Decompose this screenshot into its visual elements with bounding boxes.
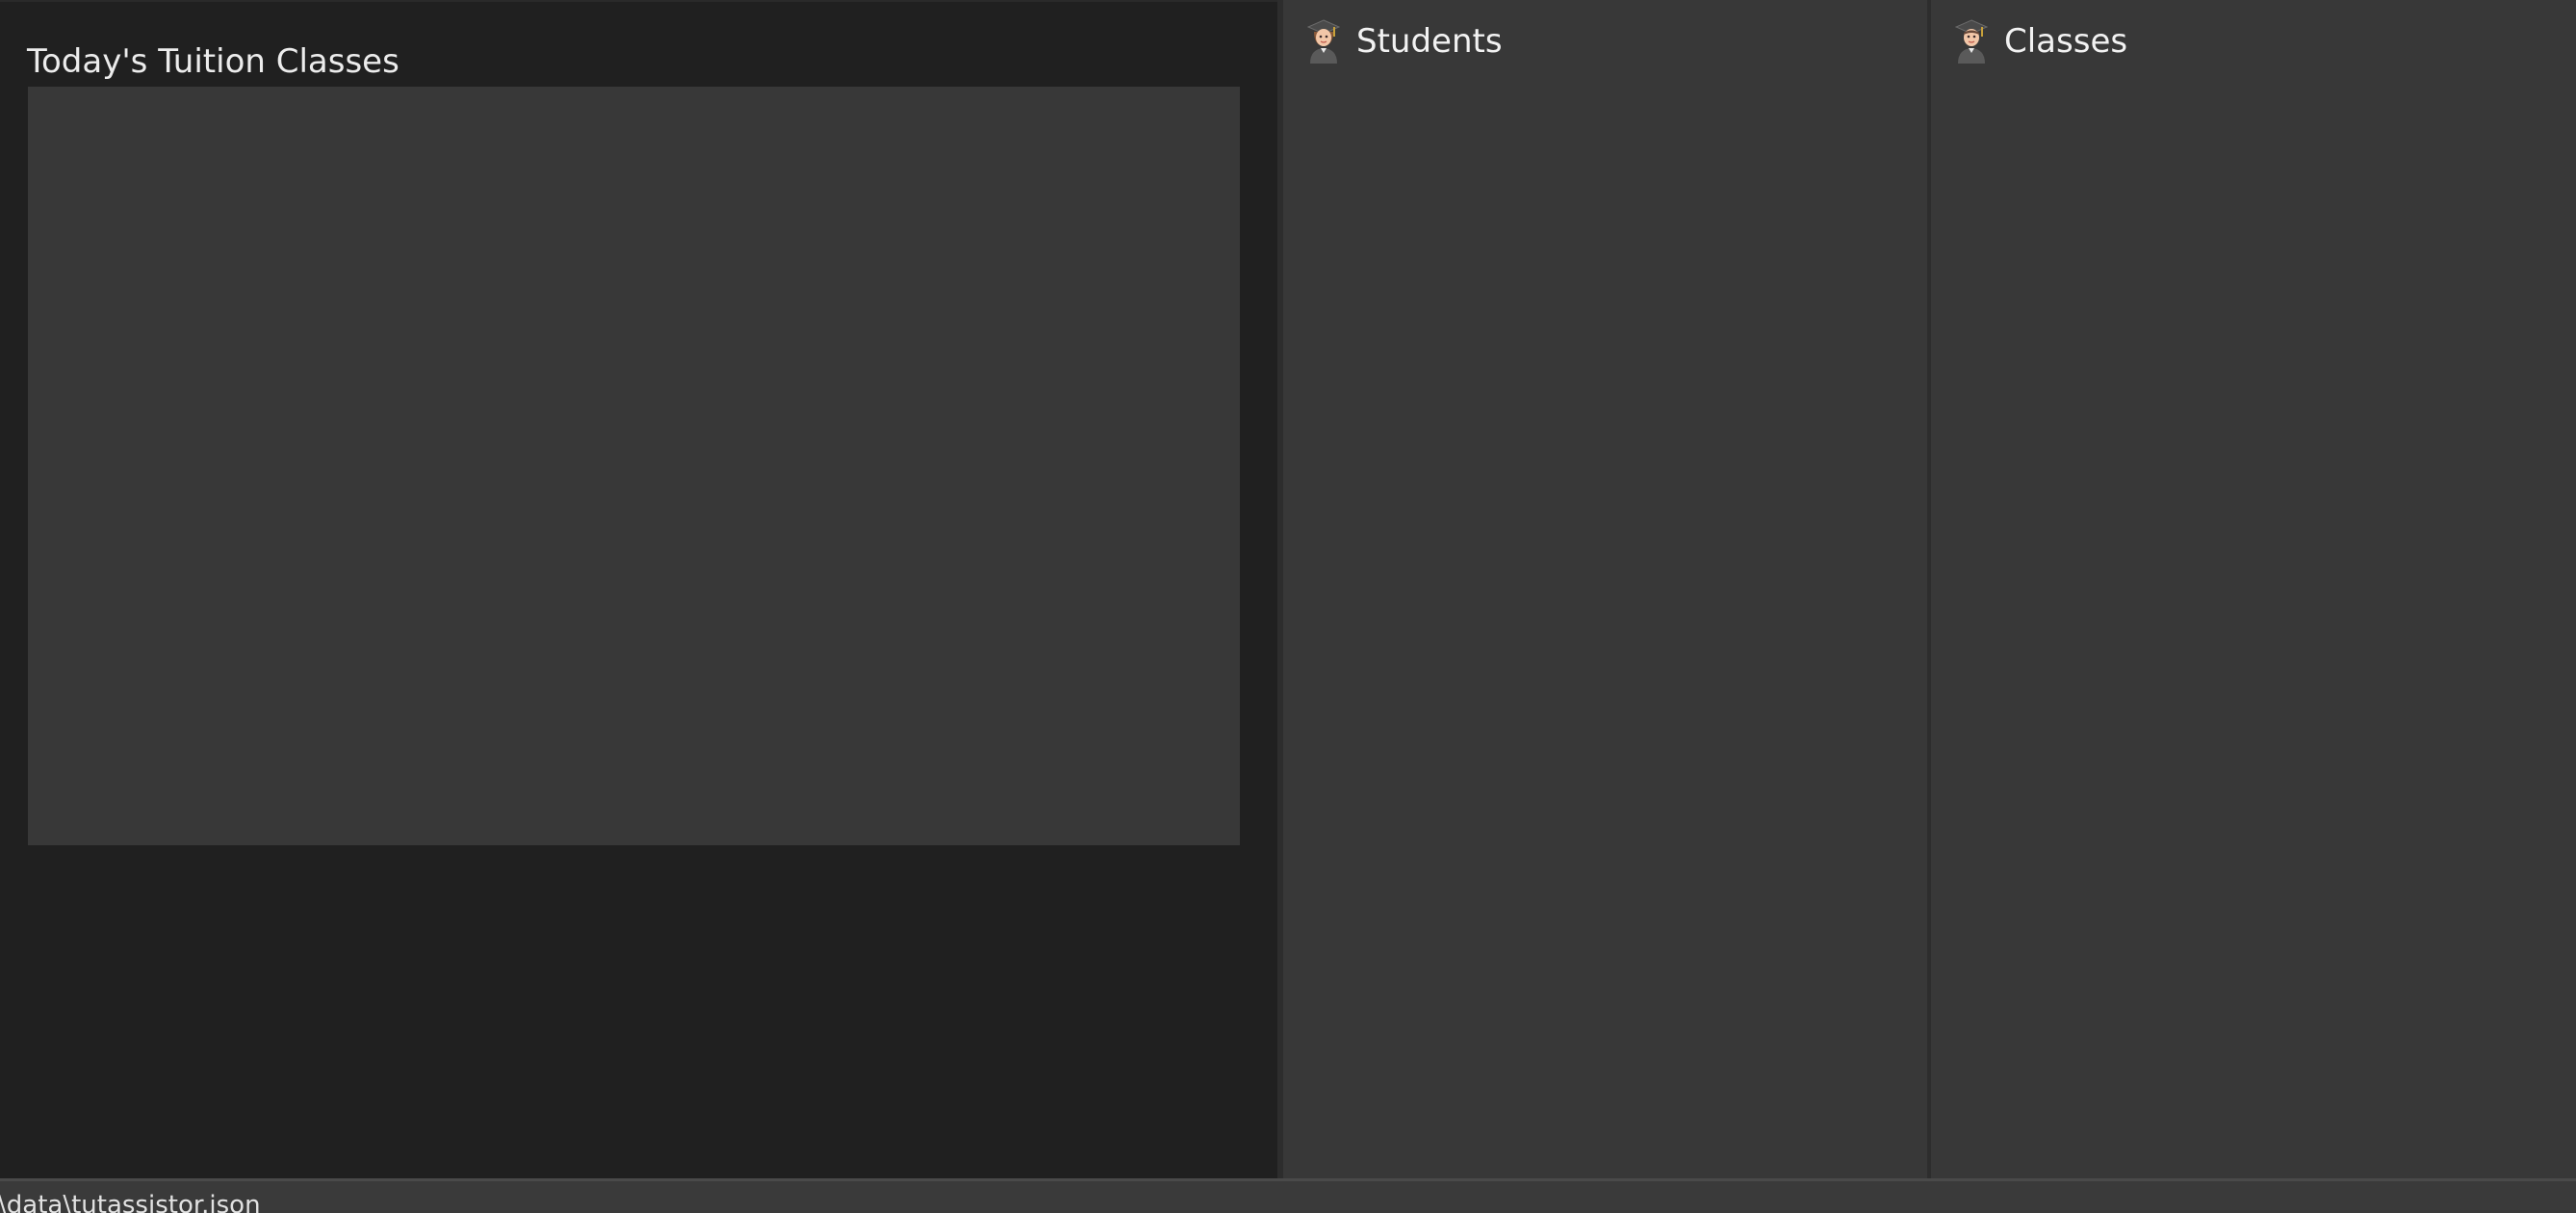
- todays-classes-title: Today's Tuition Classes: [27, 42, 399, 81]
- status-bar: \data\tutassistor.json: [0, 1178, 2576, 1213]
- main-window: Today's Tuition Classes Students Classes…: [0, 0, 2576, 1213]
- todays-classes-list[interactable]: [28, 87, 1240, 845]
- todays-classes-panel: Today's Tuition Classes: [0, 0, 1277, 1178]
- classes-panel[interactable]: Classes: [1931, 0, 2576, 1178]
- classes-title: Classes: [2004, 22, 2128, 61]
- students-panel[interactable]: Students: [1283, 0, 1927, 1178]
- graduate-student-icon: [1306, 19, 1341, 64]
- students-header: Students: [1306, 17, 1503, 65]
- save-location-path: \data\tutassistor.json: [0, 1191, 261, 1213]
- students-title: Students: [1356, 22, 1503, 61]
- classes-header: Classes: [1954, 17, 2127, 65]
- graduate-student-icon: [1954, 19, 1989, 64]
